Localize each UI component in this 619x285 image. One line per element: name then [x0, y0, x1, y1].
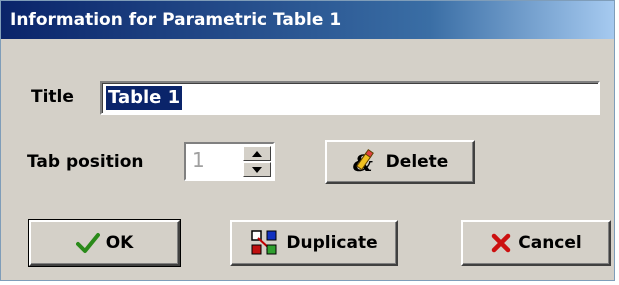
spin-down-button[interactable] — [243, 162, 271, 177]
checkmark-icon — [75, 232, 100, 254]
delete-button-label: Delete — [385, 152, 449, 172]
spinner-buttons — [243, 146, 271, 177]
title-label: Title — [31, 87, 74, 107]
dialog-title: Information for Parametric Table 1 — [10, 10, 342, 30]
tab-position-spinner[interactable]: 1 — [184, 142, 275, 181]
ok-button[interactable]: OK — [28, 219, 181, 267]
cancel-button-label: Cancel — [518, 233, 582, 253]
eraser-icon: & — [352, 149, 380, 175]
duplicate-button-label: Duplicate — [286, 233, 378, 253]
parametric-table-info-dialog: Information for Parametric Table 1 Title… — [0, 0, 615, 281]
duplicate-button[interactable]: Duplicate — [230, 220, 398, 266]
ok-button-label: OK — [105, 233, 134, 253]
spin-down-arrow-icon — [252, 166, 262, 173]
title-input-value: Table 1 — [106, 86, 183, 110]
title-input[interactable]: Table 1 — [100, 81, 600, 115]
spin-up-arrow-icon — [252, 150, 262, 157]
cancel-button[interactable]: Cancel — [461, 220, 611, 266]
spin-up-button[interactable] — [243, 146, 271, 161]
dialog-titlebar: Information for Parametric Table 1 — [1, 1, 614, 39]
tab-position-value: 1 — [192, 148, 205, 172]
x-icon — [490, 232, 512, 254]
tab-position-label: Tab position — [27, 152, 144, 172]
duplicate-icon — [250, 229, 280, 257]
delete-button[interactable]: & Delete — [325, 140, 475, 184]
